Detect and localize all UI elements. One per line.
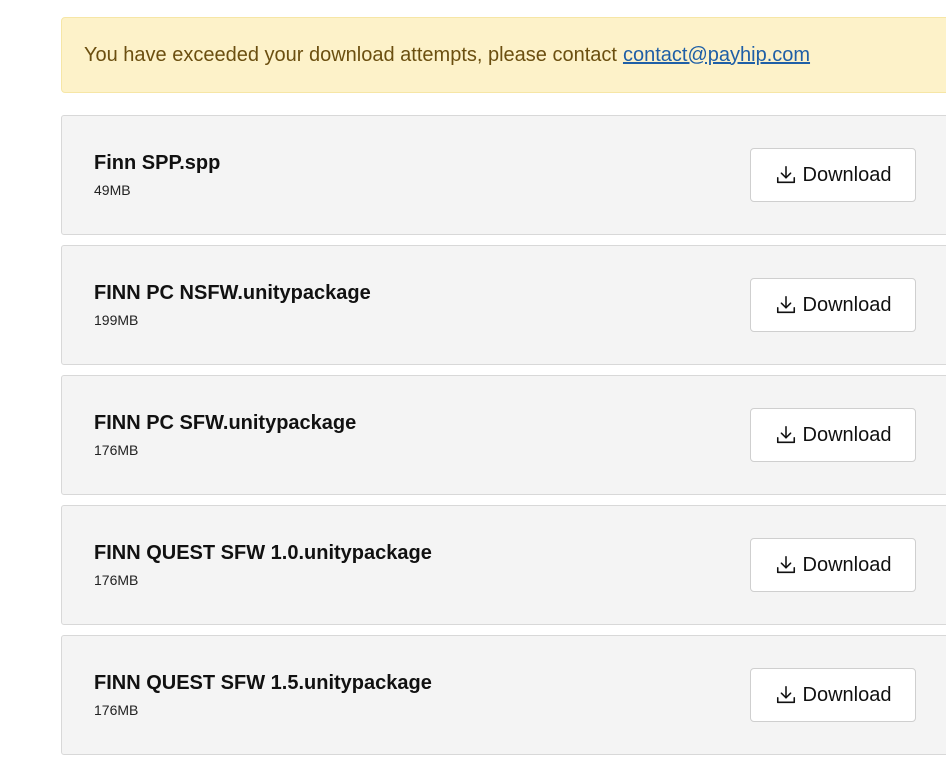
file-size: 176MB [94, 442, 139, 458]
file-size: 176MB [94, 572, 139, 588]
file-row: FINN PC SFW.unitypackage 176MB Download [61, 375, 946, 495]
download-button[interactable]: Download [750, 668, 916, 722]
file-row: FINN QUEST SFW 1.0.unitypackage 176MB Do… [61, 505, 946, 625]
file-size: 176MB [94, 702, 139, 718]
download-button-label: Download [802, 553, 892, 576]
file-name: FINN QUEST SFW 1.0.unitypackage [94, 542, 432, 564]
download-button-label: Download [802, 163, 892, 186]
download-button[interactable]: Download [750, 148, 916, 202]
download-icon [775, 554, 797, 576]
alert-message: You have exceeded your download attempts… [84, 43, 617, 66]
download-button-label: Download [802, 423, 892, 446]
download-button[interactable]: Download [750, 278, 916, 332]
file-name: FINN PC NSFW.unitypackage [94, 282, 371, 304]
file-name: FINN QUEST SFW 1.5.unitypackage [94, 672, 432, 694]
download-button[interactable]: Download [750, 538, 916, 592]
file-row: FINN PC NSFW.unitypackage 199MB Download [61, 245, 946, 365]
file-row: FINN QUEST SFW 1.5.unitypackage 176MB Do… [61, 635, 946, 755]
download-button-label: Download [802, 683, 892, 706]
download-limit-alert: You have exceeded your download attempts… [61, 17, 946, 93]
contact-email-link[interactable]: contact@payhip.com [623, 44, 810, 67]
download-icon [775, 294, 797, 316]
download-icon [775, 684, 797, 706]
download-icon [775, 164, 797, 186]
download-button-label: Download [802, 293, 892, 316]
file-row: Finn SPP.spp 49MB Download [61, 115, 946, 235]
file-size: 49MB [94, 182, 131, 198]
file-name: FINN PC SFW.unitypackage [94, 412, 357, 434]
file-size: 199MB [94, 312, 139, 328]
download-icon [775, 424, 797, 446]
download-button[interactable]: Download [750, 408, 916, 462]
file-name: Finn SPP.spp [94, 152, 221, 174]
file-list: Finn SPP.spp 49MB Download FINN PC NSFW.… [61, 115, 946, 765]
